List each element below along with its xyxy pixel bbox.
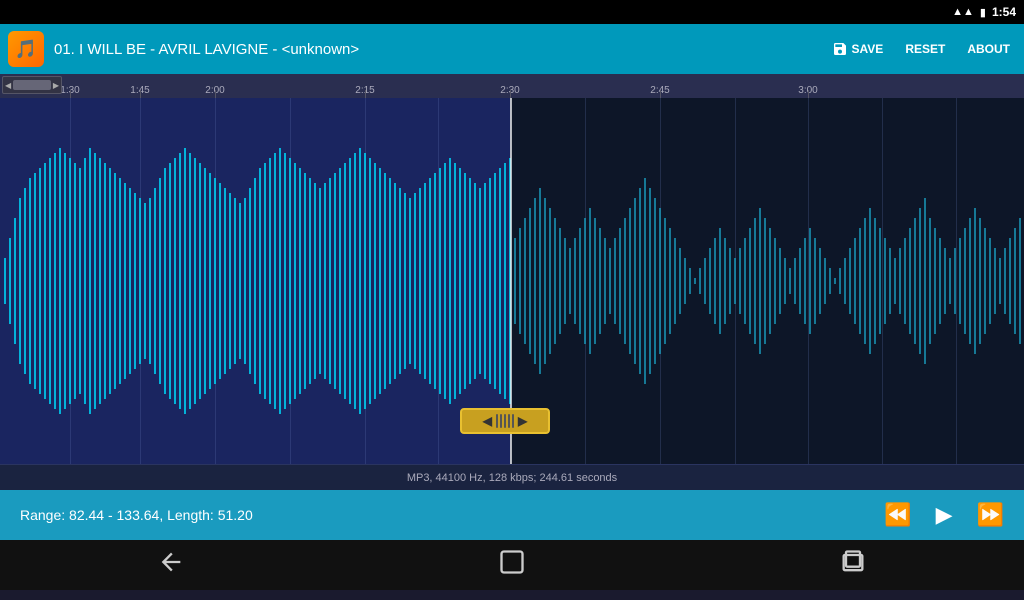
trim-line-2 [500, 414, 502, 428]
save-button[interactable]: SAVE [826, 37, 890, 61]
toolbar: 🎵 01. I WILL BE - AVRIL LAVIGNE - <unkno… [0, 24, 1024, 74]
minimap-right-arrow[interactable]: ▶ [53, 81, 59, 90]
reset-label: RESET [905, 42, 945, 56]
minimap-left-arrow[interactable]: ◀ [5, 81, 11, 90]
waveform-area[interactable]: ◀ ▶ [0, 98, 1024, 464]
home-button[interactable] [498, 548, 526, 582]
trim-handle[interactable]: ◀ ▶ [460, 408, 550, 434]
waveform-container[interactable]: ◀ ▶ 1:301:452:002:152:302:453:00 [0, 74, 1024, 464]
reset-button[interactable]: RESET [899, 38, 951, 60]
back-button[interactable] [157, 548, 185, 582]
timeline-ruler: ◀ ▶ 1:301:452:002:152:302:453:00 [0, 74, 1024, 98]
app-icon-symbol: 🎵 [15, 39, 37, 60]
status-time: 1:54 [992, 5, 1016, 19]
wifi-icon: ▲▲ [952, 6, 974, 18]
about-label: ABOUT [967, 42, 1010, 56]
range-info: Range: 82.44 - 133.64, Length: 51.20 [20, 507, 884, 523]
minimap-scrollbar[interactable]: ◀ ▶ [2, 76, 62, 94]
play-button[interactable]: ▶ [936, 502, 953, 528]
app-icon: 🎵 [8, 31, 44, 67]
trim-lines [496, 414, 514, 428]
status-bar: ▲▲ ▮ 1:54 [0, 0, 1024, 24]
trim-right-arrow[interactable]: ▶ [518, 414, 527, 428]
trim-left-arrow[interactable]: ◀ [483, 414, 492, 428]
nav-bar [0, 540, 1024, 590]
trim-line-3 [504, 414, 506, 428]
trim-line-1 [496, 414, 498, 428]
save-label: SAVE [852, 42, 884, 56]
trim-line-5 [512, 414, 514, 428]
file-info-bar: MP3, 44100 Hz, 128 kbps; 244.61 seconds [0, 464, 1024, 490]
track-title: 01. I WILL BE - AVRIL LAVIGNE - <unknown… [54, 41, 816, 58]
transport-bar: Range: 82.44 - 133.64, Length: 51.20 ⏪ ▶… [0, 490, 1024, 540]
file-info-text: MP3, 44100 Hz, 128 kbps; 244.61 seconds [407, 472, 617, 484]
trim-line-4 [508, 414, 510, 428]
rewind-button[interactable]: ⏪ [884, 502, 911, 528]
about-button[interactable]: ABOUT [961, 38, 1016, 60]
transport-controls: ⏪ ▶ ⏩ [884, 502, 1004, 528]
fast-forward-button[interactable]: ⏩ [977, 502, 1004, 528]
recents-button[interactable] [839, 548, 867, 582]
battery-icon: ▮ [980, 6, 986, 19]
minimap-bar [13, 80, 51, 90]
